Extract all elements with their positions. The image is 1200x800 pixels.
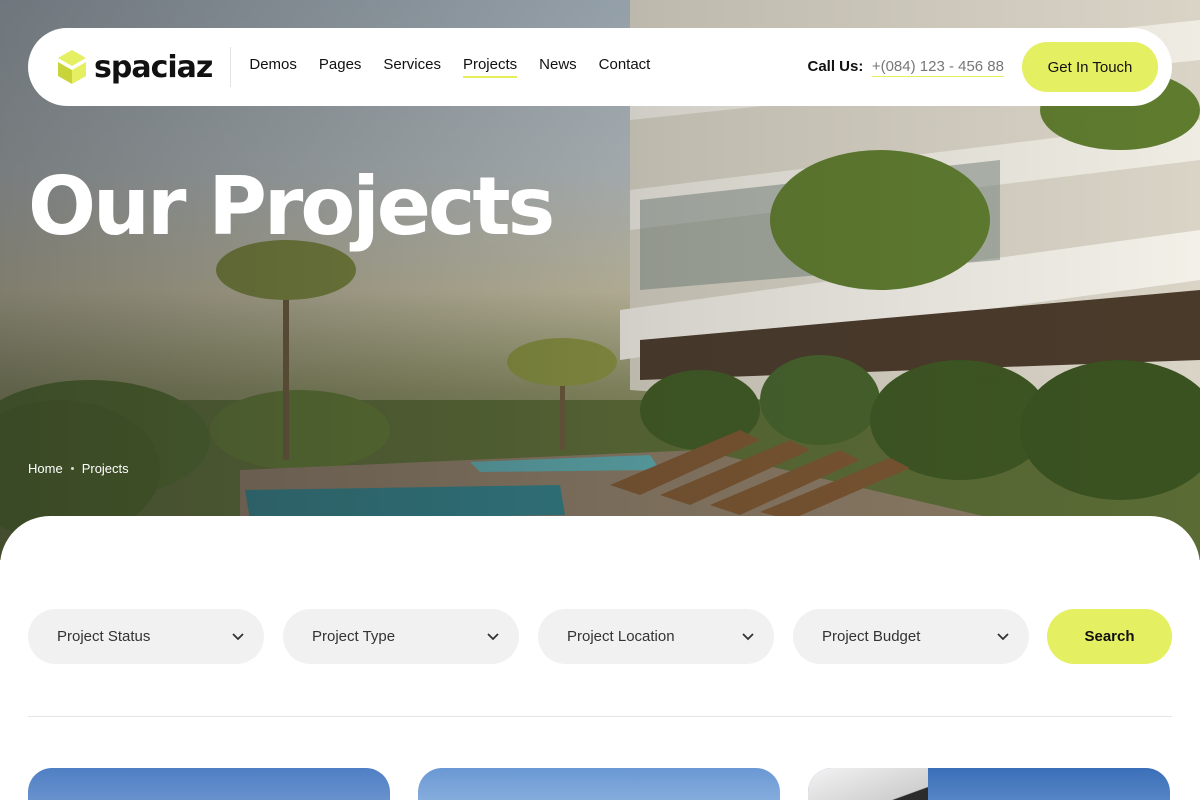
nav-item-demos[interactable]: Demos xyxy=(249,56,297,78)
breadcrumb-separator xyxy=(70,467,74,470)
project-card-image xyxy=(808,768,928,800)
content-panel: Project Status Project Type Project Loca… xyxy=(0,516,1200,800)
nav-right-group: Call Us: +(084) 123 - 456 88 Get In Touc… xyxy=(807,42,1158,92)
chevron-down-icon xyxy=(742,632,754,640)
project-type-select[interactable]: Project Type xyxy=(283,609,519,664)
phone-link[interactable]: +(084) 123 - 456 88 xyxy=(871,58,1004,77)
get-in-touch-button[interactable]: Get In Touch xyxy=(1022,42,1158,92)
nav-item-contact[interactable]: Contact xyxy=(599,56,651,78)
project-location-select[interactable]: Project Location xyxy=(538,609,774,664)
section-divider xyxy=(28,716,1172,717)
filter-label: Project Budget xyxy=(822,628,921,645)
top-navbar: spaciaz Demos Pages Services Projects Ne… xyxy=(28,28,1172,106)
filter-label: Project Location xyxy=(567,628,675,645)
chevron-down-icon xyxy=(997,632,1009,640)
brand-name: spaciaz xyxy=(94,49,213,85)
nav-item-news[interactable]: News xyxy=(539,56,577,78)
breadcrumb: Home Projects xyxy=(28,461,129,476)
page-title: Our Projects xyxy=(28,160,555,253)
project-card[interactable] xyxy=(418,768,780,800)
nav-item-services[interactable]: Services xyxy=(383,56,441,78)
project-card[interactable] xyxy=(808,768,1170,800)
chevron-down-icon xyxy=(232,632,244,640)
brand-logo[interactable]: spaciaz xyxy=(56,48,213,86)
nav-item-projects[interactable]: Projects xyxy=(462,56,518,78)
project-filters: Project Status Project Type Project Loca… xyxy=(28,609,1029,664)
main-menu: Demos Pages Services Projects News Conta… xyxy=(249,56,650,78)
nav-item-pages[interactable]: Pages xyxy=(319,56,362,78)
chevron-down-icon xyxy=(487,632,499,640)
filter-label: Project Status xyxy=(57,628,151,645)
call-us: Call Us: +(084) 123 - 456 88 xyxy=(807,58,1004,77)
search-button[interactable]: Search xyxy=(1047,609,1172,664)
project-cards xyxy=(28,768,1170,800)
logo-cube-icon xyxy=(58,50,86,84)
breadcrumb-current: Projects xyxy=(81,461,129,476)
breadcrumb-home[interactable]: Home xyxy=(28,461,63,476)
filter-label: Project Type xyxy=(312,628,396,645)
nav-divider xyxy=(230,47,232,87)
call-us-label: Call Us: xyxy=(807,58,864,75)
project-status-select[interactable]: Project Status xyxy=(28,609,264,664)
project-budget-select[interactable]: Project Budget xyxy=(793,609,1029,664)
project-card[interactable] xyxy=(28,768,390,800)
